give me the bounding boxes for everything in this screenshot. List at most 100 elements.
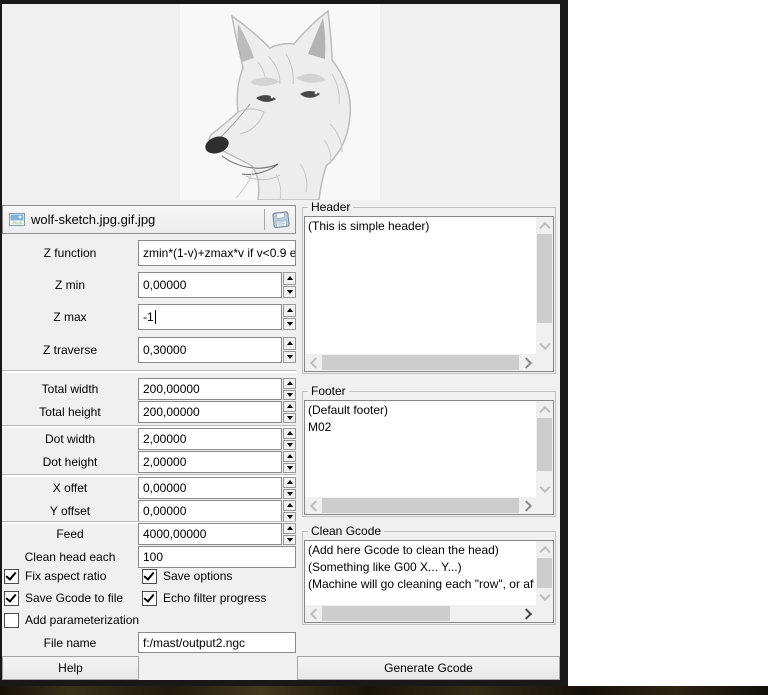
field-row-z-function: Z function zmin*(1-v)+zmax*v if v<0.9 e xyxy=(2,240,296,266)
z-max-input[interactable]: -1 xyxy=(138,304,282,330)
footer-textarea[interactable]: (Default footer) M02 xyxy=(304,400,554,515)
total-width-input[interactable]: 200,00000 xyxy=(138,378,282,400)
spin-up-button[interactable] xyxy=(283,523,296,534)
dot-width-value: 2,00000 xyxy=(143,432,187,446)
spin-down-button[interactable] xyxy=(283,317,296,330)
checkbox-box[interactable] xyxy=(142,590,157,606)
separator xyxy=(2,370,296,373)
spin-up-button[interactable] xyxy=(283,272,296,285)
clean-gcode-textarea[interactable]: (Add here Gcode to clean the head) (Some… xyxy=(304,540,554,623)
field-row-dot-width: Dot width 2,00000 xyxy=(2,428,296,450)
total-width-label: Total width xyxy=(41,382,99,396)
z-traverse-value: 0,30000 xyxy=(143,343,187,357)
scroll-up-icon[interactable] xyxy=(536,217,553,234)
dot-width-input[interactable]: 2,00000 xyxy=(138,428,282,450)
spin-up-button[interactable] xyxy=(283,477,296,488)
spin-down-button[interactable] xyxy=(283,285,296,298)
scroll-up-icon[interactable] xyxy=(536,401,553,418)
scrollbar-corner xyxy=(536,497,553,514)
window-frame: wolf-sketch.jpg.gif.jpg Z function zmin*… xyxy=(0,0,568,686)
spin-down-button[interactable] xyxy=(283,389,296,400)
spin-down-button[interactable] xyxy=(283,462,296,473)
spin-up-button[interactable] xyxy=(283,500,296,511)
feed-spinner xyxy=(283,523,296,545)
dot-height-input[interactable]: 2,00000 xyxy=(138,451,282,473)
total-height-input[interactable]: 200,00000 xyxy=(138,401,282,423)
checkbox-add-parameterization[interactable]: Add parameterization xyxy=(4,612,139,628)
scroll-left-icon[interactable] xyxy=(305,605,322,622)
scrollbar-thumb[interactable] xyxy=(537,558,552,588)
feed-input[interactable]: 4000,00000 xyxy=(138,523,282,545)
z-max-spinner xyxy=(283,304,296,330)
help-button[interactable]: Help xyxy=(2,656,139,680)
field-row-z-min: Z min 0,00000 xyxy=(2,272,296,298)
spin-down-button[interactable] xyxy=(283,350,296,363)
scroll-up-icon[interactable] xyxy=(536,541,553,558)
horizontal-scrollbar[interactable] xyxy=(305,497,536,514)
scrollbar-thumb[interactable] xyxy=(537,234,552,323)
spin-up-button[interactable] xyxy=(283,428,296,439)
checkbox-box[interactable] xyxy=(4,568,19,584)
scroll-down-icon[interactable] xyxy=(536,337,553,354)
z-min-input[interactable]: 0,00000 xyxy=(138,272,282,298)
vertical-scrollbar[interactable] xyxy=(536,401,553,497)
scroll-down-icon[interactable] xyxy=(536,588,553,605)
z-function-input[interactable]: zmin*(1-v)+zmax*v if v<0.9 e xyxy=(138,240,296,266)
header-text: (This is simple header) xyxy=(308,219,430,233)
z-min-value: 0,00000 xyxy=(143,278,187,292)
y-offset-input[interactable]: 0,00000 xyxy=(138,500,282,522)
spin-down-button[interactable] xyxy=(283,439,296,450)
header-textarea[interactable]: (This is simple header) xyxy=(304,216,554,372)
clean-head-each-input[interactable]: 100 xyxy=(138,546,296,568)
checkbox-box[interactable] xyxy=(142,568,157,584)
checkbox-fix-aspect-ratio[interactable]: Fix aspect ratio xyxy=(4,568,106,584)
field-row-z-traverse: Z traverse 0,30000 xyxy=(2,337,296,363)
scrollbar-thumb[interactable] xyxy=(322,355,519,370)
divider xyxy=(264,209,265,230)
scroll-right-icon[interactable] xyxy=(519,354,536,371)
clean-head-each-label: Clean head each xyxy=(24,550,116,564)
vertical-scrollbar[interactable] xyxy=(536,541,553,605)
scroll-right-icon[interactable] xyxy=(519,605,536,622)
vertical-scrollbar[interactable] xyxy=(536,217,553,354)
checkbox-label: Save Gcode to file xyxy=(25,591,124,605)
footer-group-title: Footer xyxy=(308,384,349,398)
checkbox-save-options[interactable]: Save options xyxy=(142,568,232,584)
spin-up-button[interactable] xyxy=(283,337,296,350)
horizontal-scrollbar[interactable] xyxy=(305,354,536,371)
spin-up-button[interactable] xyxy=(283,401,296,412)
scroll-left-icon[interactable] xyxy=(305,497,322,514)
scrollbar-corner xyxy=(536,354,553,371)
z-traverse-label: Z traverse xyxy=(42,343,97,357)
scroll-right-icon[interactable] xyxy=(519,497,536,514)
horizontal-scrollbar[interactable] xyxy=(305,605,536,622)
spin-up-button[interactable] xyxy=(283,378,296,389)
spin-down-button[interactable] xyxy=(283,488,296,499)
checkbox-box[interactable] xyxy=(4,612,19,628)
scroll-down-icon[interactable] xyxy=(536,480,553,497)
generate-gcode-button[interactable]: Generate Gcode xyxy=(297,656,560,680)
z-traverse-input[interactable]: 0,30000 xyxy=(138,337,282,363)
scrollbar-corner xyxy=(536,605,553,622)
spin-up-button[interactable] xyxy=(283,304,296,317)
spin-down-button[interactable] xyxy=(283,412,296,423)
checkbox-echo-filter-progress[interactable]: Echo filter progress xyxy=(142,590,266,606)
total-height-value: 200,00000 xyxy=(143,405,200,419)
spin-up-button[interactable] xyxy=(283,451,296,462)
clean-gcode-group: Clean Gcode (Add here Gcode to clean the… xyxy=(302,524,556,625)
save-icon[interactable] xyxy=(271,210,291,229)
scrollbar-thumb[interactable] xyxy=(537,418,552,471)
dot-height-spinner xyxy=(283,451,296,473)
x-offset-input[interactable]: 0,00000 xyxy=(138,477,282,499)
spin-down-button[interactable] xyxy=(283,534,296,545)
y-offset-label: Y offset xyxy=(49,504,91,518)
scrollbar-thumb[interactable] xyxy=(322,498,519,513)
field-row-dot-height: Dot height 2,00000 xyxy=(2,451,296,473)
wolf-preview-image xyxy=(180,4,380,201)
scroll-left-icon[interactable] xyxy=(305,354,322,371)
file-name-input[interactable]: f:/mast/output2.ngc xyxy=(138,632,296,653)
checkbox-save-gcode-to-file[interactable]: Save Gcode to file xyxy=(4,590,123,606)
scrollbar-thumb[interactable] xyxy=(322,606,450,621)
image-file-selector[interactable]: wolf-sketch.jpg.gif.jpg xyxy=(2,205,296,234)
checkbox-box[interactable] xyxy=(4,590,19,606)
